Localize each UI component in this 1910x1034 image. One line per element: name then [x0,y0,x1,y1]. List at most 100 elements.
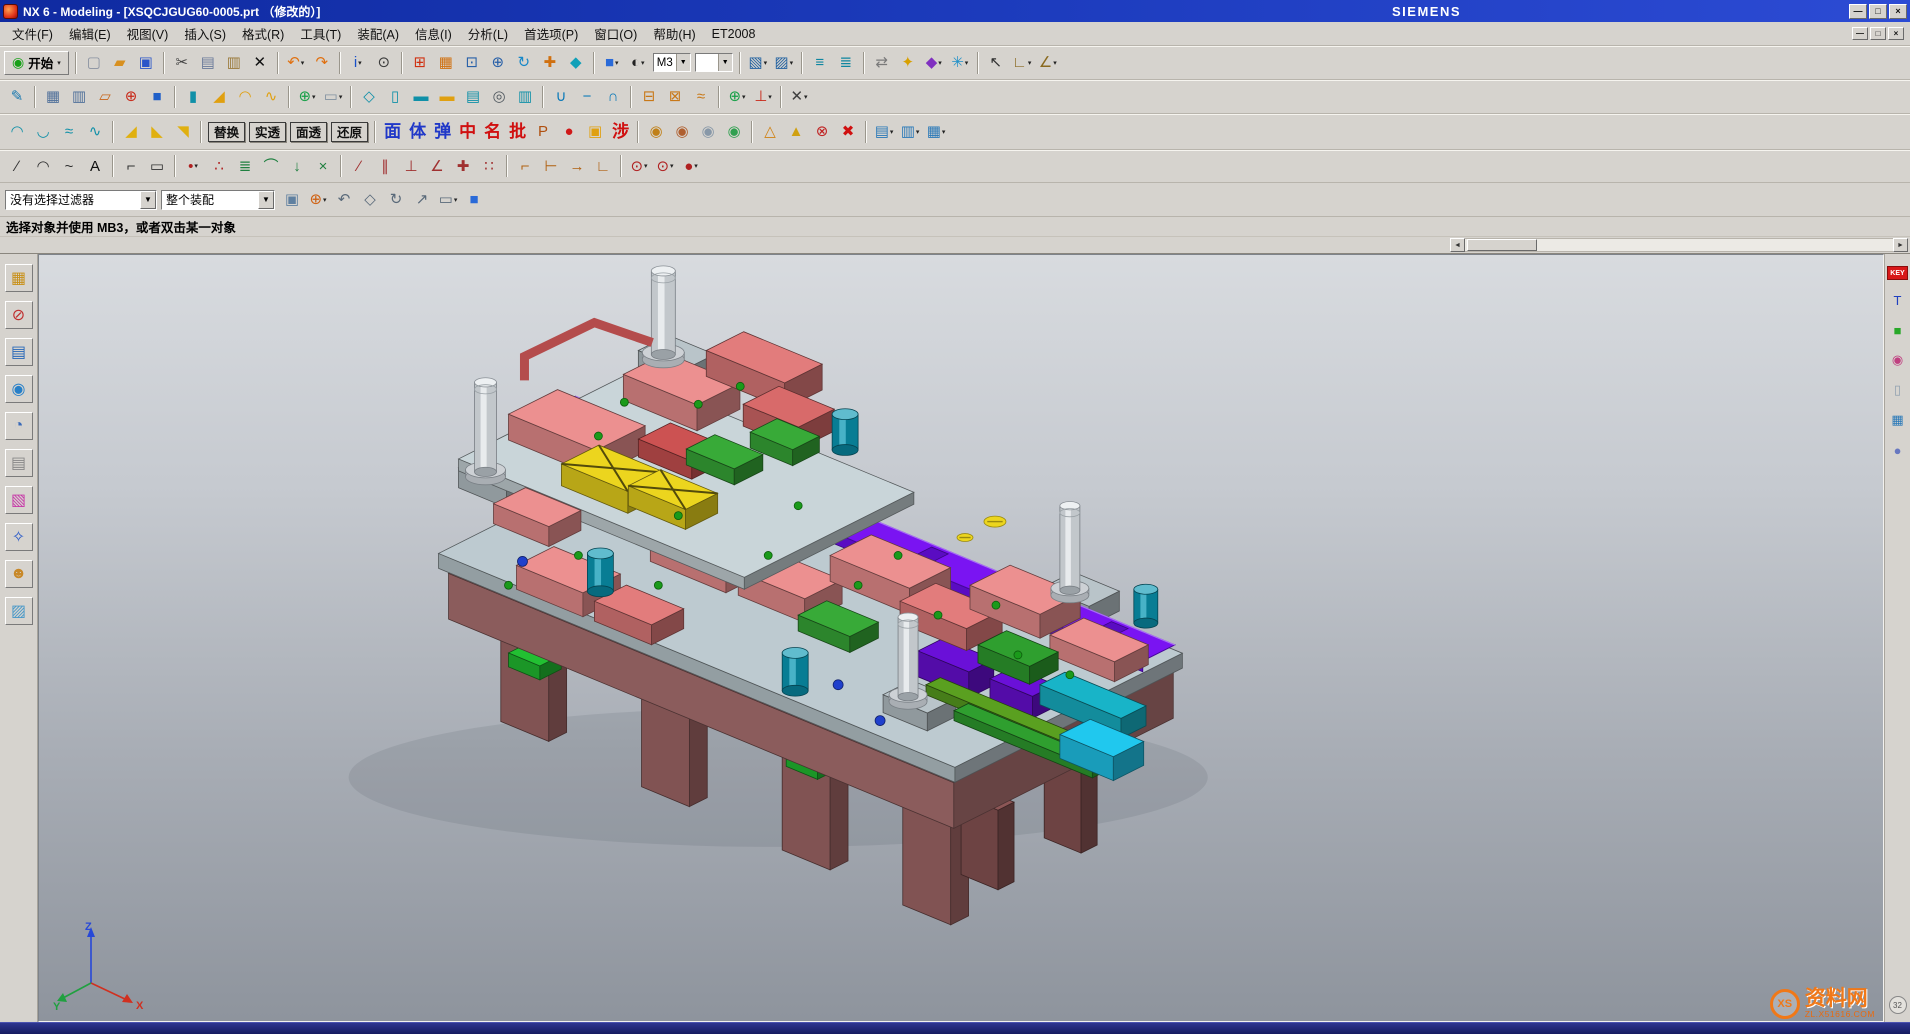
history-icon[interactable]: ◔ [5,412,33,440]
guide-sweep-icon[interactable]: ◢ [118,119,144,145]
mesh-surface-icon[interactable]: ≈ [56,119,82,145]
sketch-line-icon[interactable]: ∕ [346,153,372,179]
bounded-plane-icon[interactable]: ◥ [170,119,196,145]
datum-plane-icon[interactable]: ▱ [92,84,118,110]
remove-check-icon[interactable]: ✖ [835,119,861,145]
view-m3-box[interactable]: M3▼ [653,53,691,72]
menu-view[interactable]: 视图(V) [119,22,177,45]
deviation-gauge-icon[interactable]: △ [757,119,783,145]
datum-csys-icon[interactable]: ⊕ [118,84,144,110]
menu-information[interactable]: 信息(I) [407,22,460,45]
menu-window[interactable]: 窗口(O) [586,22,645,45]
intersection-curve-icon[interactable]: × [310,153,336,179]
line-icon[interactable]: ∕ [4,153,30,179]
project-curve-icon[interactable]: ↓ [284,153,310,179]
more-tools-icon[interactable]: ✕▾ [786,84,812,110]
layer-settings-icon[interactable]: ≣ [833,50,859,76]
wave-link-icon[interactable]: ⊕▾ [724,84,750,110]
render-style-icon[interactable]: ◐▾ [625,50,651,76]
analysis-sphere1-icon[interactable]: ◉ [643,119,669,145]
rect-select-icon[interactable]: ▭▾ [435,187,461,213]
block-icon[interactable]: ◇ [356,84,382,110]
name-button[interactable]: 名 [480,123,505,140]
layout-icon[interactable]: ▥ [66,84,92,110]
bridge-curve-icon[interactable]: ⌒ [258,153,284,179]
angle-line-icon[interactable]: ∠ [424,153,450,179]
analysis-sphere2-icon[interactable]: ◉ [669,119,695,145]
point-set-icon[interactable]: ∴ [206,153,232,179]
trim-curve-icon[interactable]: ⊢ [538,153,564,179]
mdi-minimize-button[interactable]: — [1852,27,1868,40]
body-button[interactable]: 体 [405,123,430,140]
conic-icon[interactable]: ~ [56,153,82,179]
selection-scope-arrow[interactable]: ▼ [258,191,274,209]
view-count-badge[interactable]: 32 [1889,996,1907,1014]
datum-plus-icon[interactable]: ⊕▾ [294,84,320,110]
scroll-left-button[interactable]: ◄ [1450,238,1465,252]
menu-assemblies[interactable]: 装配(A) [349,22,407,45]
menu-edit[interactable]: 编辑(E) [61,22,119,45]
text-icon[interactable]: A [82,153,108,179]
scene-icon[interactable]: ▨ [5,597,33,625]
spheres-icon[interactable]: ◉ [1888,350,1908,370]
yellow-box-icon[interactable]: ▣ [582,119,608,145]
split-body-icon[interactable]: ⊠ [662,84,688,110]
delete-icon[interactable]: ✕ [247,50,273,76]
point-pattern-icon[interactable]: ∷ [476,153,502,179]
template-icon[interactable]: T [1888,290,1908,310]
tool-palette3-icon[interactable]: ▦▾ [923,119,949,145]
graphics-window[interactable]: Z X Y XS 资料网 ZL.X51616.COM [38,254,1884,1022]
zoom-window-icon[interactable]: ⊡ [459,50,485,76]
close-button[interactable]: × [1889,4,1907,19]
hole-icon[interactable]: ◎ [486,84,512,110]
section-sweep-icon[interactable]: ◣ [144,119,170,145]
unite-icon[interactable]: ∪ [548,84,574,110]
selection-filter-arrow[interactable]: ▼ [140,191,156,209]
extrude-icon[interactable]: ▮ [180,84,206,110]
emboss-icon[interactable]: ▤ [460,84,486,110]
green-cube-icon[interactable]: ■ [1888,320,1908,340]
offset-curve-icon[interactable]: ≣ [232,153,258,179]
maximize-button[interactable]: □ [1869,4,1887,19]
plane-tool-icon[interactable]: ▭▾ [320,84,346,110]
batch-button[interactable]: 批 [505,123,530,140]
new-window-icon[interactable]: ▨▾ [771,50,797,76]
minimize-button[interactable]: — [1849,4,1867,19]
perpendicular-line-icon[interactable]: ⊥ [398,153,424,179]
refresh-view-icon[interactable]: ↻ [511,50,537,76]
mdi-close-button[interactable]: × [1888,27,1904,40]
view-section-icon[interactable]: ▦ [40,84,66,110]
constraint-navigator-icon[interactable]: ⊘ [5,301,33,329]
cross-line-icon[interactable]: ✚ [450,153,476,179]
sweep-icon[interactable]: ∿ [258,84,284,110]
menu-et2008[interactable]: ET2008 [704,25,764,43]
analysis-sphere4-icon[interactable]: ◉ [721,119,747,145]
horizontal-scrollbar[interactable]: ◄ ► [1450,238,1908,252]
boss-icon[interactable]: ◢ [206,84,232,110]
key-resource-icon[interactable]: KEY [1887,266,1908,280]
tool-palette1-icon[interactable]: ▤▾ [871,119,897,145]
snowflake-icon[interactable]: ✳▾ [947,50,973,76]
intersect-icon[interactable]: ∩ [600,84,626,110]
center-button[interactable]: 中 [455,123,480,140]
sketch-icon[interactable]: ✎ [4,84,30,110]
copy-icon[interactable]: ▤ [195,50,221,76]
scrollbar-track[interactable] [1465,238,1893,252]
menu-file[interactable]: 文件(F) [4,22,61,45]
trim-body-icon[interactable]: ⊟ [636,84,662,110]
palette-icon[interactable]: ▤ [5,449,33,477]
scroll-right-button[interactable]: ► [1893,238,1908,252]
parallel-line-icon[interactable]: ∥ [372,153,398,179]
rotate-assembly-icon[interactable]: ↻ [383,187,409,213]
menu-insert[interactable]: 插入(S) [176,22,234,45]
shaded-view-icon[interactable]: ■▾ [599,50,625,76]
swept-surface-icon[interactable]: ◠ [4,119,30,145]
point-dot-icon[interactable]: •▾ [180,153,206,179]
sheet-stack-icon[interactable]: ≡ [807,50,833,76]
snap-point-icon[interactable]: ⊕▾ [305,187,331,213]
measure-distance-icon[interactable]: ∟▾ [1009,50,1035,76]
examine-geometry-icon[interactable]: ⊗ [809,119,835,145]
cylinder-icon[interactable]: ▯ [382,84,408,110]
table-icon[interactable]: ▦ [1888,410,1908,430]
save-icon[interactable]: ▣ [133,50,159,76]
